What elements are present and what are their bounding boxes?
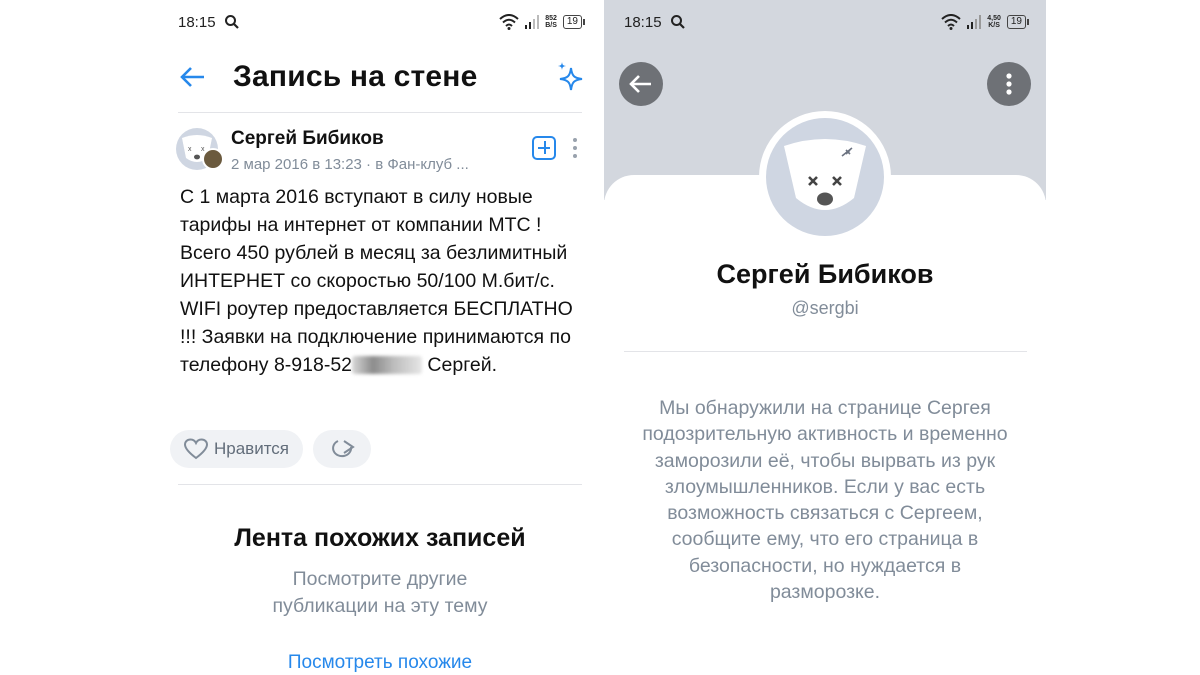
- search-icon: [670, 15, 685, 29]
- wifi-icon: [941, 14, 961, 30]
- profile-avatar[interactable]: [759, 111, 891, 243]
- profile-name: Сергей Бибиков: [716, 259, 934, 289]
- post-header: xx Сергей Бибиков 2 мар 2016 в 13:23 · в…: [176, 126, 586, 178]
- post-actions: Нравится: [170, 430, 372, 468]
- back-button[interactable]: [619, 62, 663, 106]
- wall-post-screen: 18:15 852 B/S 19 Запись на стене xx Серге…: [158, 0, 602, 675]
- more-button[interactable]: [987, 62, 1031, 106]
- frozen-account-message: Мы обнаружили на странице Сергея подозри…: [642, 397, 1008, 604]
- similar-feed-title: Лента похожих записей: [234, 524, 526, 552]
- signal-icon: [967, 15, 982, 29]
- status-bar: 18:15 4,50 K/S 19: [604, 0, 1046, 44]
- view-similar-link[interactable]: Посмотреть похожие: [158, 652, 602, 674]
- like-button[interactable]: Нравится: [170, 430, 304, 468]
- community-avatar[interactable]: [202, 148, 224, 170]
- deleted-dog-avatar-icon: [784, 139, 866, 210]
- share-button[interactable]: [313, 430, 372, 468]
- page-title: Запись на стене: [233, 60, 478, 93]
- profile-screen: 18:15 4,50 K/S 19 Сергей Бибиков @sergbi …: [604, 0, 1046, 675]
- post-author[interactable]: Сергей Бибиков: [231, 128, 384, 150]
- profile-handle: @sergbi: [791, 298, 859, 318]
- header: Запись на стене: [158, 50, 602, 110]
- back-arrow-icon[interactable]: [178, 62, 208, 92]
- similar-feed-subtitle: Посмотрите другие публикации на эту тему: [272, 568, 488, 617]
- divider: [178, 112, 582, 113]
- search-icon: [224, 15, 239, 29]
- wifi-icon: [499, 14, 519, 30]
- divider: [178, 484, 582, 485]
- more-vertical-icon: [1006, 73, 1012, 95]
- status-bar: 18:15 852 B/S 19: [158, 0, 602, 44]
- heart-icon: [184, 438, 208, 460]
- battery-icon: 19: [1006, 15, 1030, 29]
- post-meta[interactable]: 2 мар 2016 в 13:23 · в Фан-клуб ...: [231, 156, 469, 173]
- post-text: С 1 марта 2016 вступают в силу новые тар…: [180, 186, 573, 376]
- battery-icon: 19: [562, 15, 586, 29]
- like-label: Нравится: [214, 439, 290, 458]
- network-speed: 4,50 K/S: [987, 15, 1001, 29]
- divider: [624, 351, 1027, 352]
- back-arrow-icon: [629, 75, 651, 93]
- status-time: 18:15: [624, 13, 662, 31]
- status-time: 18:15: [178, 13, 216, 31]
- signal-icon: [525, 15, 540, 29]
- sparkle-icon[interactable]: [554, 60, 588, 94]
- blurred-phone-digits: [352, 356, 423, 374]
- network-speed: 852 B/S: [545, 15, 557, 29]
- share-icon: [332, 440, 355, 458]
- more-vertical-icon[interactable]: [572, 138, 578, 160]
- add-square-icon[interactable]: [532, 136, 556, 160]
- svg-text:x: x: [188, 146, 192, 153]
